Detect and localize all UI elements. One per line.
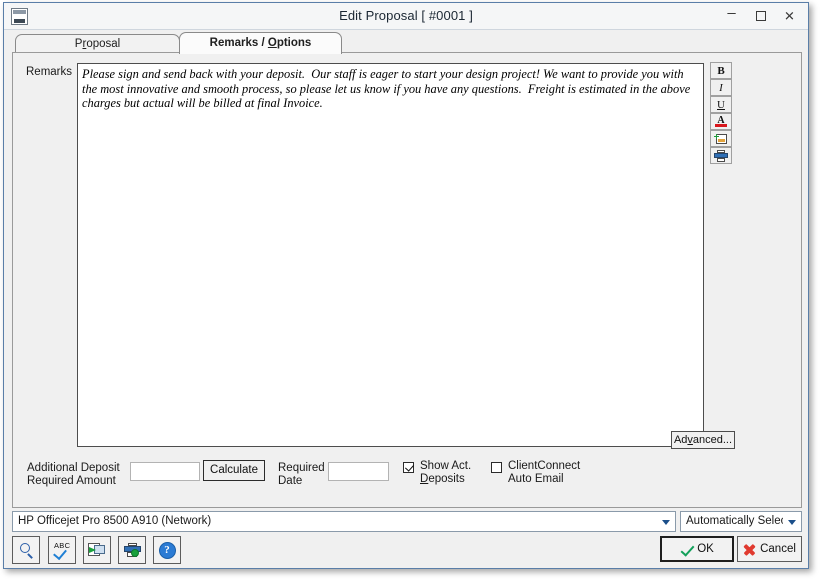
close-icon: ✕ (784, 8, 795, 24)
font-color-button[interactable]: A (710, 113, 732, 130)
print-preview-button[interactable] (12, 536, 40, 564)
show-act-deposits-line1: Show Act. (420, 460, 472, 472)
printer-icon (714, 149, 728, 162)
calculate-label: Calculate (210, 464, 258, 476)
export-document-icon (88, 542, 106, 558)
window-controls: – ✕ (717, 5, 804, 27)
calculate-button[interactable]: Calculate (203, 460, 265, 481)
additional-deposit-label-line2: Required Amount (27, 475, 116, 487)
remarks-label: Remarks (26, 66, 73, 78)
tab-proposal-label-post: oposal (86, 38, 121, 50)
client-connect-box (491, 462, 502, 473)
cancel-label: Cancel (760, 543, 796, 555)
remarks-editor[interactable]: Please sign and send back with your depo… (77, 63, 704, 447)
insert-image-icon (714, 133, 728, 145)
remarks-format-toolbar: B I U A (710, 62, 734, 164)
printer-selection-row: HP Officejet Pro 8500 A910 (Network) Aut… (12, 511, 802, 532)
export-document-button[interactable] (83, 536, 111, 564)
required-date-label-line2: Date (278, 475, 303, 487)
italic-button[interactable]: I (710, 79, 732, 96)
ok-label: OK (697, 543, 714, 555)
help-button[interactable]: ? (153, 536, 181, 564)
printer-setup-icon (123, 542, 141, 558)
client-connect-line1: ClientConnect (508, 460, 581, 472)
client-connect-auto-email-checkbox[interactable]: ClientConnect Auto Email (491, 460, 580, 486)
chevron-down-icon (788, 520, 796, 525)
tab-remarks-label-post: ptions (276, 37, 312, 49)
required-date-input[interactable] (328, 462, 389, 481)
show-act-deposits-label: Show Act. Deposits (420, 460, 471, 486)
x-icon (743, 543, 756, 556)
advanced-button[interactable]: Advanced... (671, 431, 735, 449)
edit-proposal-window: Edit Proposal [ #0001 ] – ✕ Proposal Rem… (3, 2, 809, 569)
tab-remarks-accel: O (267, 37, 277, 49)
window-title: Edit Proposal [ #0001 ] (339, 8, 473, 23)
spell-check-button[interactable]: ABC (48, 536, 76, 564)
remarks-text: Please sign and send back with your depo… (82, 67, 694, 111)
ok-button[interactable]: OK (660, 536, 734, 562)
app-root: Edit Proposal [ #0001 ] – ✕ Proposal Rem… (0, 0, 821, 579)
chevron-down-icon (662, 520, 670, 525)
additional-deposit-label: Additional Deposit Required Amount (27, 462, 120, 488)
tab-remarks-label-pre: Remarks / (209, 37, 268, 49)
required-date-label-line1: Required (278, 462, 325, 474)
cancel-button[interactable]: Cancel (737, 536, 802, 562)
bold-label: B (717, 64, 725, 77)
advanced-label-pre: Ad (673, 434, 688, 446)
paper-tray-combo[interactable]: Automatically Select (680, 511, 802, 532)
help-icon: ? (158, 541, 176, 559)
magnifier-icon (18, 542, 35, 559)
tab-strip: Proposal Remarks / Options (12, 32, 802, 54)
italic-label: I (719, 81, 723, 94)
printer-combo[interactable]: HP Officejet Pro 8500 A910 (Network) (12, 511, 676, 532)
printer-setup-button[interactable] (118, 536, 146, 564)
font-color-swatch (715, 124, 727, 127)
advanced-label-post: anced... (692, 434, 733, 446)
minimize-button[interactable]: – (717, 5, 746, 27)
printer-combo-value: HP Officejet Pro 8500 A910 (Network) (18, 515, 212, 527)
additional-deposit-label-line1: Additional Deposit (27, 462, 120, 474)
check-icon (680, 543, 693, 556)
show-act-deposits-checkbox[interactable]: Show Act. Deposits (403, 460, 471, 486)
client-connect-label: ClientConnect Auto Email (508, 460, 580, 486)
abc-check-icon: ABC (53, 541, 71, 561)
underline-label: U (717, 98, 725, 111)
maximize-button[interactable] (746, 5, 775, 27)
maximize-icon (755, 11, 766, 21)
underline-button[interactable]: U (710, 96, 732, 113)
close-button[interactable]: ✕ (775, 5, 804, 27)
show-act-deposits-box (403, 462, 414, 473)
title-bar: Edit Proposal [ #0001 ] – ✕ (4, 3, 808, 30)
required-date-label: Required Date (278, 462, 325, 488)
minimize-icon: – (727, 4, 736, 22)
print-remarks-button[interactable] (710, 147, 732, 164)
paper-tray-combo-value: Automatically Select (686, 515, 783, 527)
client-connect-line2: Auto Email (508, 473, 564, 485)
tab-proposal[interactable]: Proposal (15, 34, 180, 53)
insert-image-button[interactable] (710, 130, 732, 147)
additional-deposit-input[interactable] (130, 462, 200, 481)
tab-remarks-options[interactable]: Remarks / Options (179, 32, 342, 54)
bold-button[interactable]: B (710, 62, 732, 79)
remarks-options-panel: Remarks Please sign and send back with y… (12, 52, 802, 508)
show-act-deposits-line2: eposits (428, 473, 465, 485)
